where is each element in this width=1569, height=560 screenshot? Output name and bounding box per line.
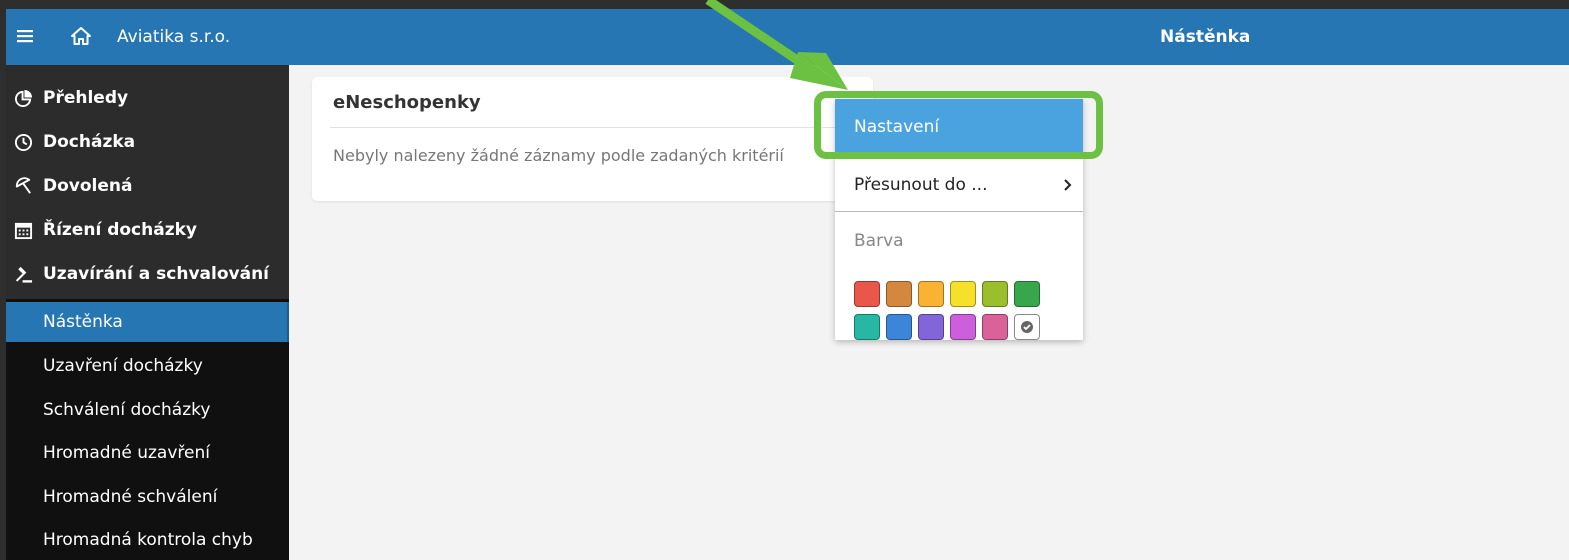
sidebar-item-label: Řízení docházky bbox=[43, 220, 197, 240]
sidebar-subitem-label: Hromadné uzavření bbox=[43, 443, 210, 463]
sidebar-item-label: Docházka bbox=[43, 132, 136, 152]
sidebar-subitem-hromadne-uzavreni[interactable]: Hromadné uzavření bbox=[6, 433, 289, 473]
beach-umbrella-icon bbox=[15, 177, 31, 194]
hamburger-menu-icon[interactable] bbox=[16, 27, 34, 45]
sidebar-item-prehledy[interactable]: Přehledy bbox=[6, 80, 289, 116]
sidebar-subitem-label: Uzavření docházky bbox=[43, 356, 203, 376]
callout-arrow bbox=[705, 0, 848, 90]
sidebar-item-label: Uzavírání a schvalování bbox=[43, 264, 270, 284]
sidebar: Přehledy Docházka Dovolená Řízení docház… bbox=[6, 65, 289, 560]
sidebar-subitem-schvaleni-dochazky[interactable]: Schválení docházky bbox=[6, 390, 289, 430]
sidebar-subitem-label: Hromadné schválení bbox=[43, 487, 218, 507]
card-divider bbox=[330, 127, 850, 128]
color-swatch[interactable] bbox=[918, 281, 944, 307]
menu-item-label: Přesunout do ... bbox=[854, 175, 988, 195]
check-circle-icon bbox=[1021, 321, 1033, 333]
sidebar-item-rizeni-dochazky[interactable]: Řízení docházky bbox=[6, 212, 289, 248]
menu-item-move-to[interactable]: Přesunout do ... bbox=[835, 163, 1083, 207]
color-swatch[interactable] bbox=[1014, 281, 1040, 307]
sidebar-item-label: Dovolená bbox=[43, 176, 133, 196]
sidebar-item-dovolena[interactable]: Dovolená bbox=[6, 168, 289, 204]
color-swatch-none[interactable] bbox=[1014, 314, 1040, 340]
color-swatch[interactable] bbox=[950, 281, 976, 307]
dashboard-card: eNeschopenky Nebyly nalezeny žádné zázna… bbox=[312, 77, 873, 201]
company-name[interactable]: Aviatika s.r.o. bbox=[117, 26, 230, 48]
color-swatch[interactable] bbox=[982, 314, 1008, 340]
sidebar-subitem-hromadne-schvaleni[interactable]: Hromadné schválení bbox=[6, 477, 289, 517]
gavel-icon bbox=[15, 266, 33, 283]
pie-chart-icon bbox=[14, 89, 33, 108]
sidebar-item-uzavirani-a-schvalovani[interactable]: Uzavírání a schvalování bbox=[6, 256, 289, 292]
sidebar-subitem-nastenka[interactable]: Nástěnka bbox=[6, 302, 289, 342]
color-section-label: Barva bbox=[854, 231, 904, 251]
sidebar-subitem-label: Schválení docházky bbox=[43, 400, 211, 420]
color-swatch[interactable] bbox=[950, 314, 976, 340]
color-swatch[interactable] bbox=[854, 314, 880, 340]
empty-state-message: Nebyly nalezeny žádné záznamy podle zada… bbox=[333, 146, 784, 165]
page-title: Nástěnka bbox=[1160, 27, 1251, 47]
sidebar-subitem-uzavreni-dochazky[interactable]: Uzavření docházky bbox=[6, 346, 289, 386]
sidebar-subitem-label: Nástěnka bbox=[43, 312, 123, 332]
color-swatch[interactable] bbox=[982, 281, 1008, 307]
color-swatch[interactable] bbox=[918, 314, 944, 340]
sidebar-main-section: Přehledy Docházka Dovolená Řízení docház… bbox=[6, 65, 289, 299]
sidebar-item-dochazka[interactable]: Docházka bbox=[6, 124, 289, 160]
calendar-icon bbox=[14, 222, 33, 240]
card-title: eNeschopenky bbox=[333, 92, 481, 113]
home-icon[interactable] bbox=[70, 26, 92, 46]
chevron-right-icon bbox=[1064, 179, 1072, 191]
sidebar-subitem-label: Hromadná kontrola chyb bbox=[43, 530, 253, 550]
color-swatch[interactable] bbox=[854, 281, 880, 307]
sidebar-item-label: Přehledy bbox=[43, 88, 129, 108]
callout-highlight-box bbox=[814, 91, 1103, 159]
sidebar-subitem-hromadna-kontrola-chyb[interactable]: Hromadná kontrola chyb bbox=[6, 520, 289, 560]
color-swatch[interactable] bbox=[886, 281, 912, 307]
clock-icon bbox=[14, 133, 33, 152]
menu-separator bbox=[835, 211, 1083, 212]
color-swatch[interactable] bbox=[886, 314, 912, 340]
